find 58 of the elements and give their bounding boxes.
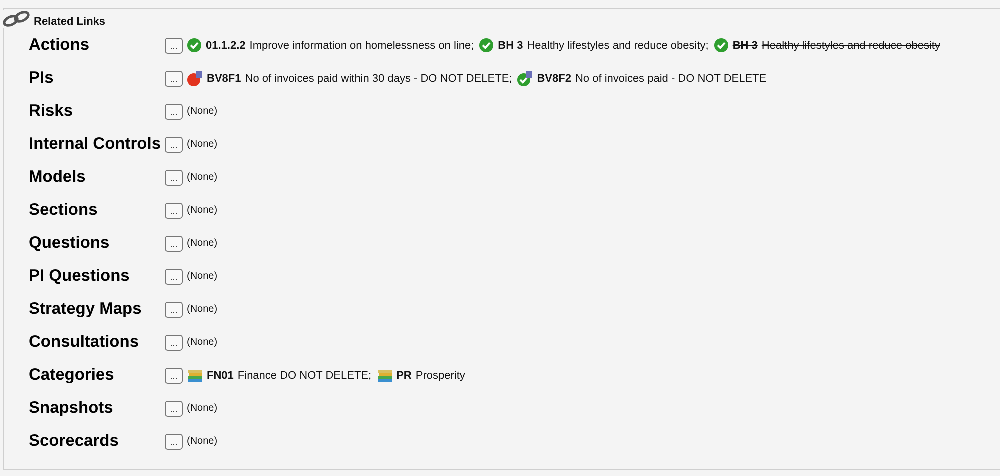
section-label: Strategy Maps bbox=[28, 300, 143, 319]
empty-text: (None) bbox=[187, 436, 218, 447]
empty-text: (None) bbox=[187, 238, 218, 249]
browse-button[interactable]: ... bbox=[165, 236, 183, 252]
section-label: PI Questions bbox=[28, 267, 131, 286]
section-label: Sections bbox=[28, 201, 99, 220]
section-label: Actions bbox=[28, 36, 91, 55]
browse-button[interactable]: ... bbox=[165, 38, 183, 54]
books-icon bbox=[376, 368, 393, 383]
item-title[interactable]: Finance DO NOT DELETE; bbox=[238, 370, 372, 382]
browse-button[interactable]: ... bbox=[165, 368, 183, 384]
item-code[interactable]: BV8F2 bbox=[537, 72, 572, 84]
item-code[interactable]: FN01 bbox=[207, 370, 234, 382]
empty-text: (None) bbox=[187, 205, 218, 216]
item-title[interactable]: No of invoices paid within 30 days - DO NOT DELETE; bbox=[245, 72, 512, 84]
section-label: PIs bbox=[28, 69, 55, 88]
item-title[interactable]: Healthy lifestyles and reduce obesity bbox=[762, 40, 940, 52]
empty-text: (None) bbox=[187, 172, 218, 183]
browse-button[interactable]: ... bbox=[165, 70, 183, 86]
item-title[interactable]: Improve information on homelessness on line; bbox=[250, 40, 474, 52]
books-icon bbox=[187, 368, 203, 383]
panel-title: Related Links bbox=[34, 16, 106, 28]
browse-button[interactable]: ... bbox=[165, 400, 183, 416]
check-icon bbox=[479, 38, 494, 53]
section-label: Categories bbox=[28, 366, 116, 385]
check-icon bbox=[187, 38, 202, 53]
browse-button[interactable]: ... bbox=[165, 302, 183, 318]
browse-button[interactable]: ... bbox=[165, 170, 183, 186]
section-label: Risks bbox=[28, 102, 74, 121]
empty-text: (None) bbox=[187, 403, 218, 414]
stop-flag-icon bbox=[187, 70, 203, 86]
section-label: Snapshots bbox=[28, 399, 114, 418]
section-label: Questions bbox=[28, 234, 111, 253]
item-title[interactable]: Prosperity bbox=[416, 370, 466, 382]
item-title[interactable]: Healthy lifestyles and reduce obesity; bbox=[527, 40, 709, 52]
section-label: Internal Controls bbox=[28, 135, 162, 154]
item-code[interactable]: 01.1.2.2 bbox=[206, 40, 246, 52]
browse-button[interactable]: ... bbox=[165, 334, 183, 350]
empty-text: (None) bbox=[187, 337, 218, 348]
item-code[interactable]: BV8F1 bbox=[207, 72, 242, 84]
browse-button[interactable]: ... bbox=[165, 268, 183, 284]
empty-text: (None) bbox=[187, 139, 218, 150]
section-label: Consultations bbox=[28, 333, 140, 352]
browse-button[interactable]: ... bbox=[165, 434, 183, 450]
item-code[interactable]: BH 3 bbox=[498, 40, 524, 52]
check-icon bbox=[714, 38, 729, 53]
empty-text: (None) bbox=[187, 271, 218, 282]
empty-text: (None) bbox=[187, 304, 218, 315]
check-flag-icon bbox=[517, 70, 534, 86]
item-code[interactable]: PR bbox=[396, 370, 412, 382]
browse-button[interactable]: ... bbox=[165, 202, 183, 218]
empty-text: (None) bbox=[187, 106, 218, 117]
item-code[interactable]: BH 3 bbox=[732, 40, 758, 52]
browse-button[interactable]: ... bbox=[165, 136, 183, 152]
section-label: Scorecards bbox=[28, 432, 120, 451]
item-title[interactable]: No of invoices paid - DO NOT DELETE bbox=[575, 72, 767, 84]
section-label: Models bbox=[28, 168, 87, 187]
browse-button[interactable]: ... bbox=[165, 104, 183, 120]
